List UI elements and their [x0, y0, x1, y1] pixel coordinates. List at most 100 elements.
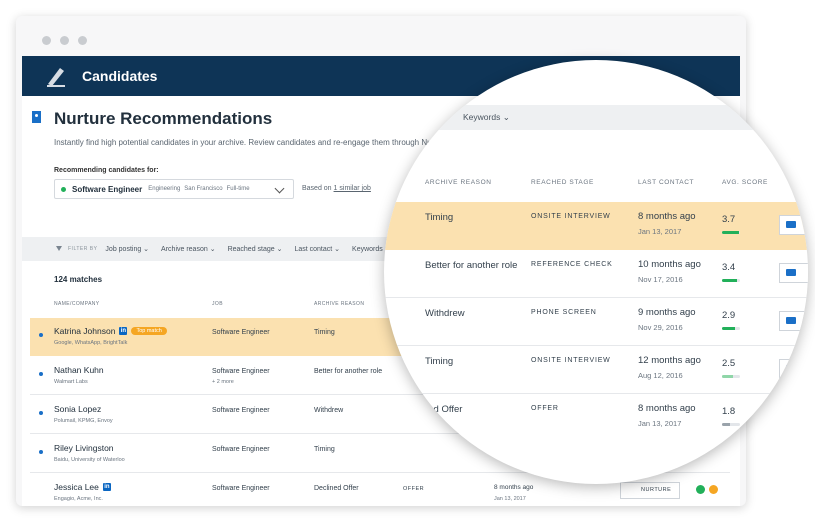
candidate-name-text[interactable]: Riley Livingston — [54, 443, 114, 453]
candidate-company: Walmart Labs — [54, 379, 88, 385]
app-title: Candidates — [82, 68, 158, 84]
header-stage: REACHED STAGE — [531, 179, 594, 186]
neutral-face-icon[interactable] — [709, 485, 718, 494]
score-bar-fill — [722, 327, 735, 330]
filter-job-posting[interactable]: Job posting ⌄ — [105, 245, 149, 253]
archive-reason: Timing — [314, 446, 335, 453]
candidate-name-text[interactable]: Nathan Kuhn — [54, 365, 104, 375]
last-contact-date: Jan 13, 2017 — [494, 496, 526, 502]
window-dot[interactable] — [60, 36, 69, 45]
bookmark-icon[interactable] — [32, 111, 41, 123]
filter-by-label: FILTER BY — [68, 246, 98, 252]
top-match-badge: Top match — [131, 327, 167, 335]
linkedin-icon[interactable]: in — [102, 483, 111, 491]
message-button[interactable] — [779, 359, 808, 379]
last-contact-date: Nov 29, 2016 — [638, 323, 683, 332]
unread-dot-icon — [39, 333, 43, 337]
candidate-job: Software Engineer — [212, 485, 270, 492]
archive-reason: clined Offer — [414, 404, 463, 415]
table-row[interactable]: clined Offer OFFER 8 months ago Jan 13, … — [384, 394, 808, 442]
window-controls — [42, 36, 87, 45]
header-job: JOB — [212, 301, 223, 307]
candidate-name-text[interactable]: Sonia Lopez — [54, 404, 101, 414]
message-icon — [786, 317, 796, 324]
table-row[interactable]: Timing ONSITE INTERVIEW 8 months ago Jan… — [384, 202, 808, 250]
archive-reason: Withdrew — [425, 308, 465, 319]
matches-count: 124 matches — [54, 275, 103, 284]
reached-stage: OFFER — [403, 486, 425, 492]
filter-reached-stage[interactable]: Reached stage ⌄ — [228, 245, 283, 253]
unread-dot-icon — [39, 372, 43, 376]
reached-stage: REFERENCE CHECK — [531, 261, 613, 268]
archive-reason: Timing — [425, 212, 454, 223]
filter-icon — [56, 246, 62, 252]
score-bar-fill — [722, 375, 734, 378]
last-contact: 9 months ago — [638, 307, 696, 318]
job-location: San Francisco — [184, 186, 223, 192]
smile-face-icon[interactable] — [696, 485, 705, 494]
candidate-name: Riley Livingston — [54, 443, 114, 453]
archive-reason: Timing — [425, 356, 454, 367]
recommending-label: Recommending candidates for: — [54, 167, 159, 174]
candidate-company: Engagio, Acme, Inc. — [54, 496, 103, 502]
filter-archive-reason[interactable]: Archive reason ⌄ — [161, 245, 216, 253]
job-select[interactable]: Software Engineer Engineering San Franci… — [54, 179, 294, 199]
last-contact-date: Aug 12, 2016 — [638, 371, 683, 380]
avg-score: 3.4 — [722, 262, 736, 273]
reached-stage: PHONE SCREEN — [531, 309, 597, 316]
window-dot[interactable] — [78, 36, 87, 45]
filter-last-contact[interactable]: Last contact ⌄ — [294, 245, 340, 253]
candidate-name: Sonia Lopez — [54, 404, 101, 414]
magnified-table: Keywords ⌄ ARCHIVE REASON REACHED STAGE … — [384, 60, 808, 484]
candidate-job: Software Engineer — [212, 446, 270, 453]
message-button[interactable] — [779, 263, 808, 283]
archive-reason: Better for another role — [425, 260, 518, 271]
based-on-prefix: Based on — [302, 185, 332, 192]
unread-dot-icon — [39, 450, 43, 454]
magnifier-lens: Keywords ⌄ ARCHIVE REASON REACHED STAGE … — [384, 60, 808, 484]
message-button[interactable] — [779, 215, 808, 235]
candidate-name: Jessica Lee in — [54, 482, 111, 492]
filter-chip-label: Reached stage — [227, 246, 275, 253]
candidate-job: Software Engineer — [212, 407, 270, 414]
reached-stage: ONSITE INTERVIEW — [531, 357, 611, 364]
candidate-job: Software Engineer — [212, 329, 270, 336]
table-row[interactable]: Timing ONSITE INTERVIEW 12 months ago Au… — [384, 346, 808, 394]
filter-keywords[interactable]: Keywords ⌄ — [463, 112, 510, 123]
candidate-name-text[interactable]: Jessica Lee — [54, 482, 99, 492]
app-logo-icon — [47, 68, 65, 87]
archive-reason: Declined Offer — [314, 485, 359, 492]
page-title: Nurture Recommendations — [54, 109, 273, 128]
archive-reason: Better for another role — [314, 368, 383, 375]
last-contact: 10 months ago — [638, 259, 701, 270]
score-bar — [722, 327, 740, 330]
similar-job-link[interactable]: 1 similar job — [334, 185, 371, 192]
last-contact-date: Jan 13, 2017 — [638, 419, 682, 428]
candidate-job: Software Engineer — [212, 368, 270, 375]
header-score: AVG. SCORE — [722, 179, 768, 186]
linkedin-icon[interactable]: in — [119, 327, 128, 335]
header-reason: ARCHIVE REASON — [314, 301, 365, 307]
message-button[interactable] — [779, 311, 808, 331]
candidate-job-more[interactable]: + 2 more — [212, 379, 234, 385]
candidate-company: Google, WhatsApp, BrightTalk — [54, 340, 128, 346]
window-dot[interactable] — [42, 36, 51, 45]
score-bar-fill — [722, 279, 738, 282]
last-contact: 12 months ago — [638, 355, 701, 366]
score-bar — [722, 375, 740, 378]
candidate-name: Katrina Johnson in Top match — [54, 326, 167, 336]
score-bar — [722, 231, 740, 234]
avg-score: 2.9 — [722, 310, 736, 321]
last-contact: 8 months ago — [494, 484, 534, 491]
based-on: Based on 1 similar job — [302, 185, 371, 192]
candidate-name-text[interactable]: Katrina Johnson — [54, 326, 115, 336]
reached-stage: ONSITE INTERVIEW — [531, 213, 611, 220]
message-icon — [786, 221, 796, 228]
last-contact-date: Jan 13, 2017 — [638, 227, 682, 236]
candidate-name: Nathan Kuhn — [54, 365, 104, 375]
nurture-button[interactable]: NURTURE — [620, 482, 680, 499]
table-row[interactable]: Better for another role REFERENCE CHECK … — [384, 250, 808, 298]
score-bar-fill — [722, 231, 739, 234]
table-row[interactable]: Withdrew PHONE SCREEN 9 months ago Nov 2… — [384, 298, 808, 346]
filter-chip-label: Job posting — [105, 246, 142, 253]
